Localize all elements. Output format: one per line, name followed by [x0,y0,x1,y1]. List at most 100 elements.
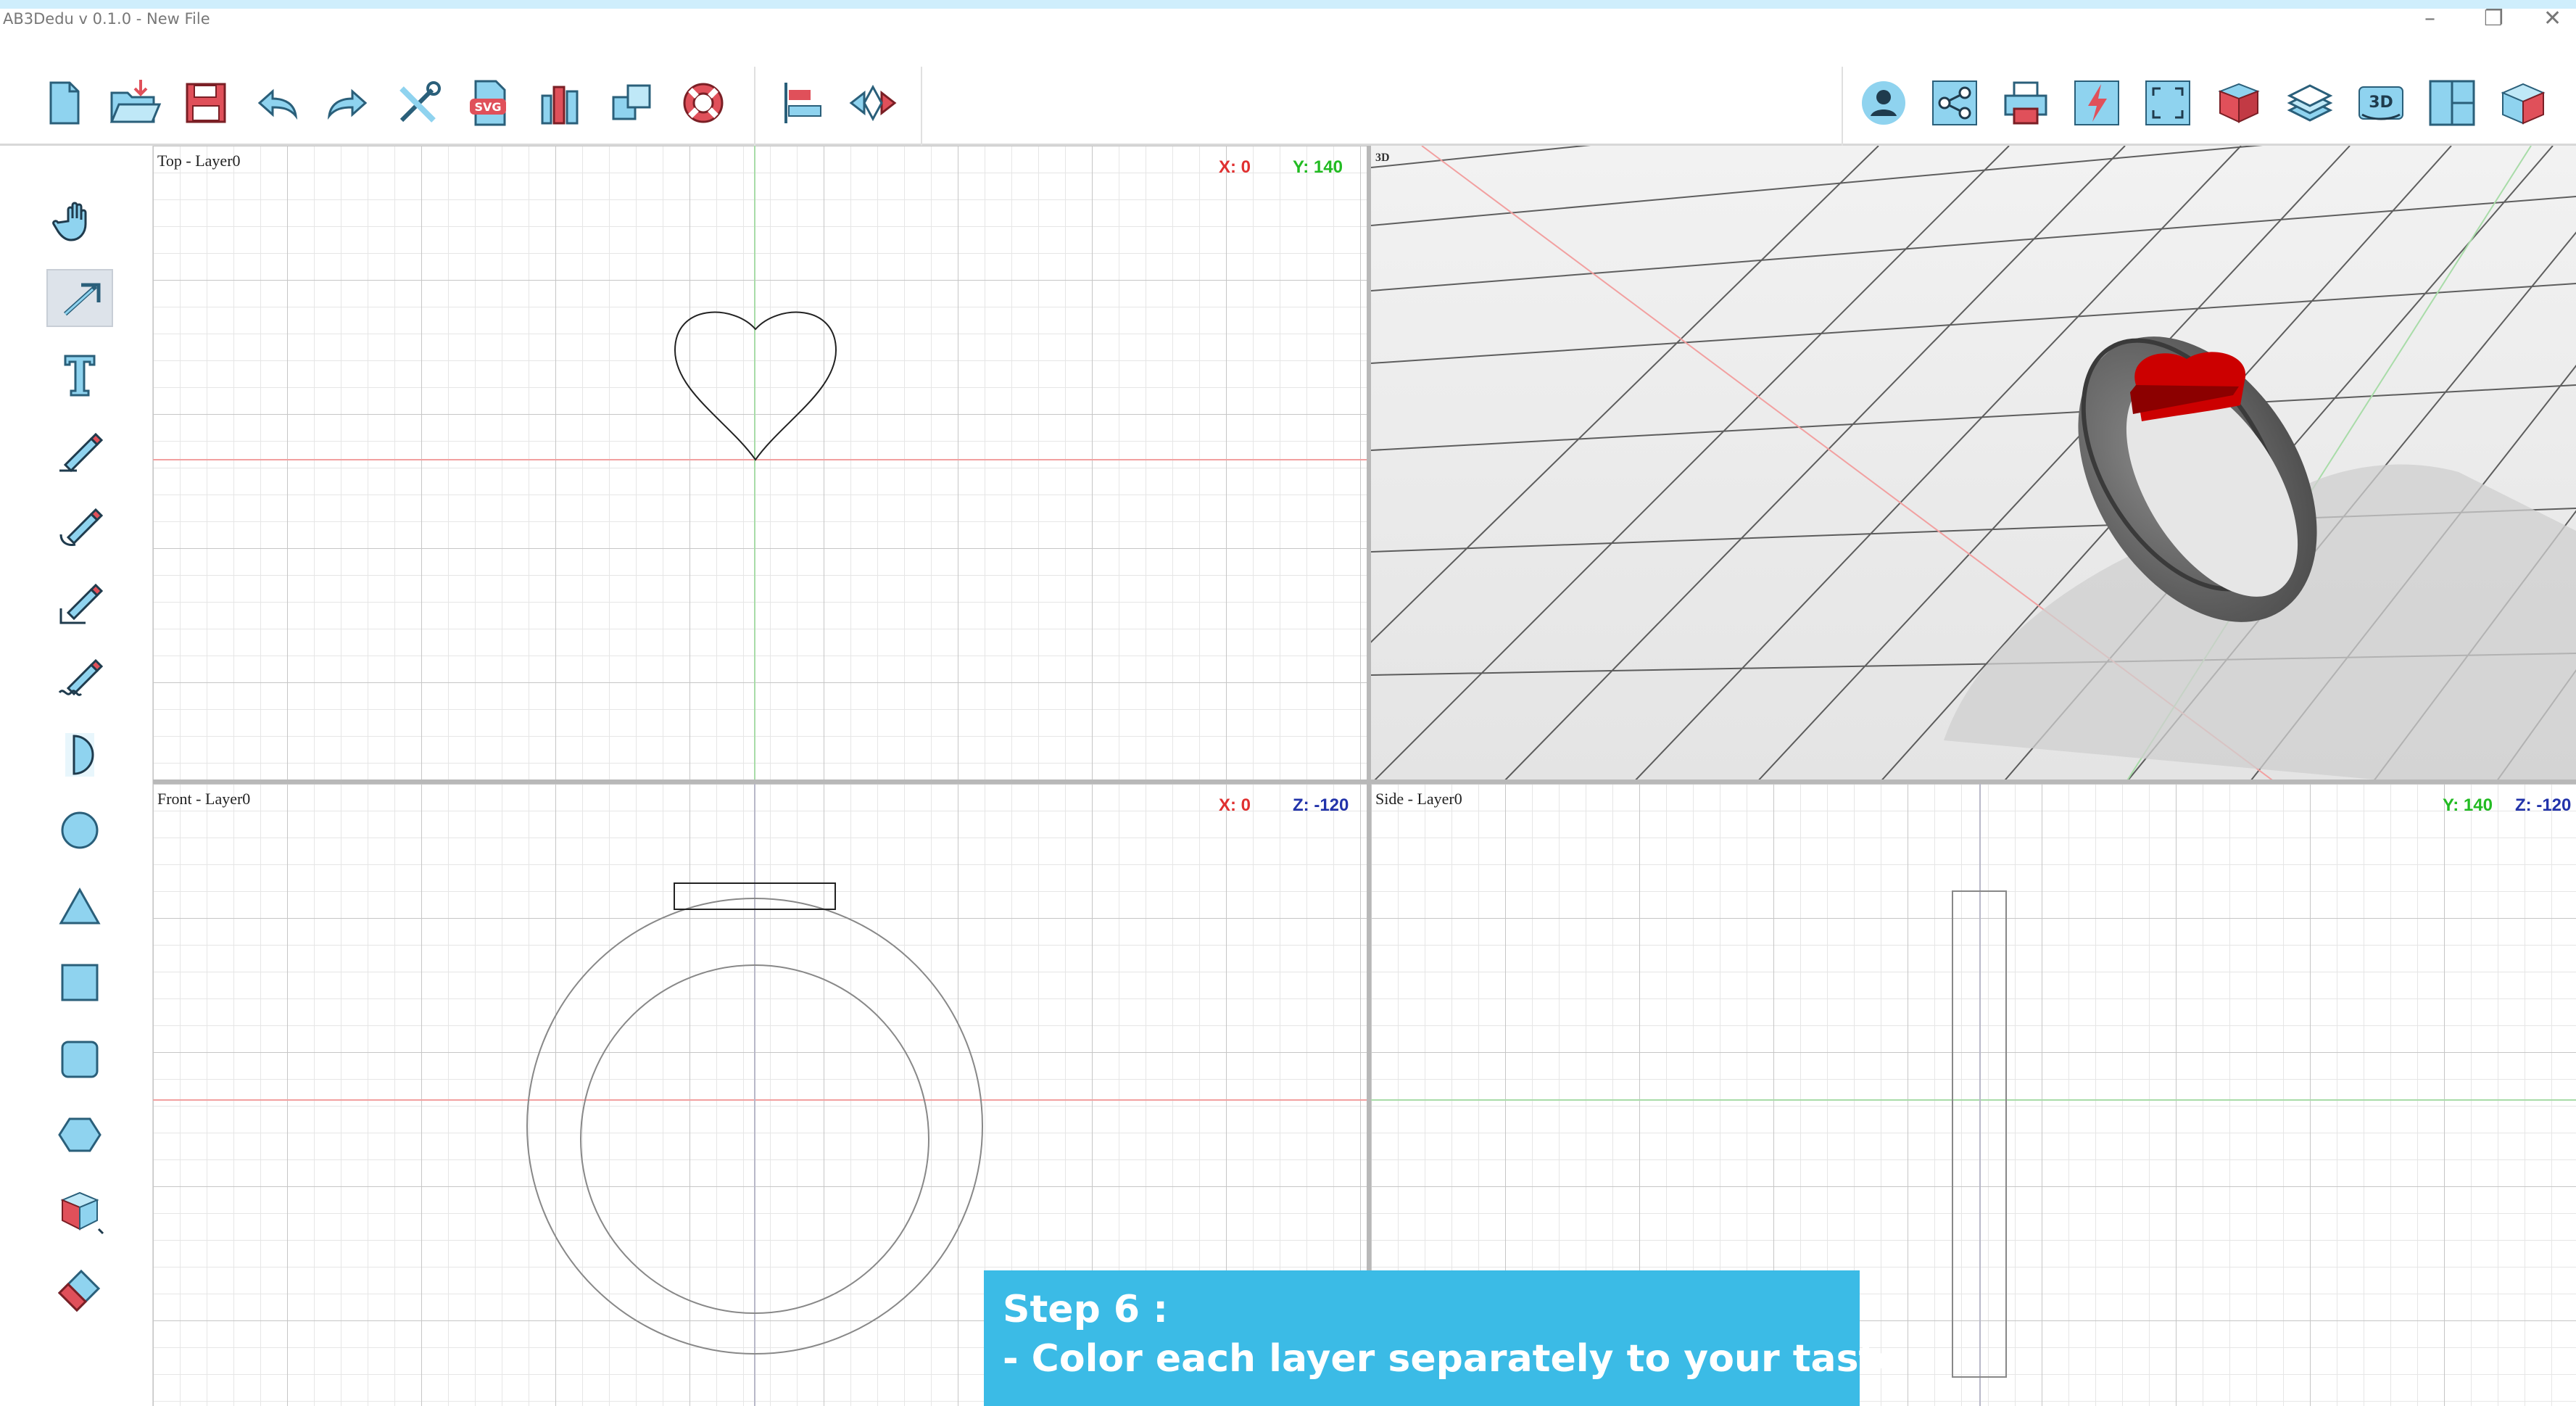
callout-step-title: Step 6 : [1003,1288,1168,1331]
layers-icon [2287,84,2333,122]
svg-import-button[interactable]: SVG [461,74,519,132]
title-bar: AB3Dedu v 0.1.0 - New File – ❐ ✕ [0,9,2576,38]
line-tool-button[interactable] [46,421,113,479]
fullscreen-button[interactable] [2139,74,2197,132]
pencil-freehand-icon [58,658,104,696]
hand-tool-icon [52,202,87,241]
main-toolbar: SVG 3D [0,38,2576,146]
mirror-button[interactable] [844,74,902,132]
viewport-3d[interactable]: 3D [1371,146,2576,784]
tools-icon [399,81,441,123]
layers-button[interactable] [2281,74,2339,132]
undo-button[interactable] [248,74,306,132]
drawing-tools-panel [0,146,154,1406]
svg-text:SVG: SVG [474,100,501,114]
close-button[interactable]: ✕ [2543,9,2561,31]
redo-icon [327,88,368,120]
share-button[interactable] [1926,74,1984,132]
circle-tool-button[interactable] [46,801,113,859]
save-button[interactable] [177,74,235,132]
split-view-button[interactable] [2423,74,2481,132]
pencil-angle-icon [59,583,104,624]
svg-import-icon: SVG [470,80,506,126]
select-tool-button[interactable] [46,269,113,327]
extrude-tool-button[interactable] [46,1181,113,1239]
open-folder-icon [109,80,162,123]
user-icon [1862,81,1905,125]
viewport-label: Top - Layer0 [157,152,241,170]
x-coordinate: X: 0 [1219,157,1251,177]
text-tool-icon [64,355,96,397]
rounded-square-icon [61,1041,99,1078]
export-button[interactable] [2494,74,2552,132]
duplicate-icon [612,84,651,120]
restore-button[interactable]: ❐ [2484,9,2503,31]
fullscreen-icon [2145,80,2190,125]
z-coordinate: Z: -120 [2515,795,2572,815]
triangle-tool-button[interactable] [46,878,113,936]
square-tool-button[interactable] [46,954,113,1012]
redo-button[interactable] [319,74,377,132]
tools-button[interactable] [390,74,448,132]
half-circle-icon [65,733,94,777]
triangle-icon [59,887,101,925]
new-file-icon [49,81,80,125]
rounded-square-tool-button[interactable] [46,1030,113,1088]
pencil-curve-icon [59,508,104,546]
hexagon-tool-button[interactable] [46,1106,113,1164]
window-title: AB3Dedu v 0.1.0 - New File [3,10,210,28]
angle-tool-button[interactable] [46,574,113,632]
x-coordinate: X: 0 [1219,795,1251,815]
print-button[interactable] [1997,74,2055,132]
tutorial-callout: Step 6 : - Color each layer separately t… [984,1270,1902,1406]
viewport-label: Front - Layer0 [157,790,251,808]
extrude-box-icon [60,1191,104,1235]
save-icon [186,83,226,123]
svg-text:3D: 3D [2369,94,2393,112]
callout-step-text: - Color each layer separately to your ta… [1003,1337,1902,1381]
export-box-icon [2501,83,2546,125]
toolbar-separator [1842,67,1843,146]
share-icon [1932,80,1977,125]
hand-tool-button[interactable] [46,192,113,250]
minimize-button[interactable]: – [2424,9,2435,31]
3d-view-icon: 3D [2358,86,2403,120]
quick-action-button[interactable] [2068,74,2126,132]
print-icon [2004,81,2047,125]
undo-icon [257,88,298,120]
select-arrow-icon [63,283,101,316]
heart-shape[interactable] [153,146,1367,779]
library-icon [541,86,579,125]
help-lifebuoy-icon [683,83,724,123]
library-button[interactable] [532,74,590,132]
view-3d-button[interactable]: 3D [2352,74,2410,132]
pencil-line-icon [59,432,104,473]
viewport-top[interactable]: Top - Layer0 X: 0 Y: 140 [153,146,1367,779]
3d-scene [1371,146,2576,784]
help-button[interactable] [674,74,732,132]
toolbar-separator [921,67,922,146]
app-window: AB3Dedu v 0.1.0 - New File – ❐ ✕ SVG 3D … [0,9,2576,1406]
square-icon [61,964,99,1001]
color-cube-icon [2218,83,2260,123]
curve-tool-button[interactable] [46,497,113,555]
viewport-label: Side - Layer0 [1375,790,1462,808]
user-button[interactable] [1855,74,1913,132]
z-coordinate: Z: -120 [1293,795,1349,815]
duplicate-button[interactable] [603,74,661,132]
hexagon-icon [58,1117,102,1152]
new-file-button[interactable] [35,74,93,132]
toolbar-separator [754,67,755,146]
lightning-icon [2074,80,2119,125]
align-icon [784,83,821,123]
color-button[interactable] [2210,74,2268,132]
mirror-icon [849,84,897,122]
open-file-button[interactable] [106,74,164,132]
half-circle-tool-button[interactable] [46,726,113,784]
align-button[interactable] [774,74,832,132]
eraser-tool-button[interactable] [46,1258,113,1316]
freehand-tool-button[interactable] [46,649,113,707]
y-coordinate: Y: 140 [2443,795,2493,815]
text-tool-button[interactable] [46,344,113,402]
split-view-icon [2429,80,2475,126]
